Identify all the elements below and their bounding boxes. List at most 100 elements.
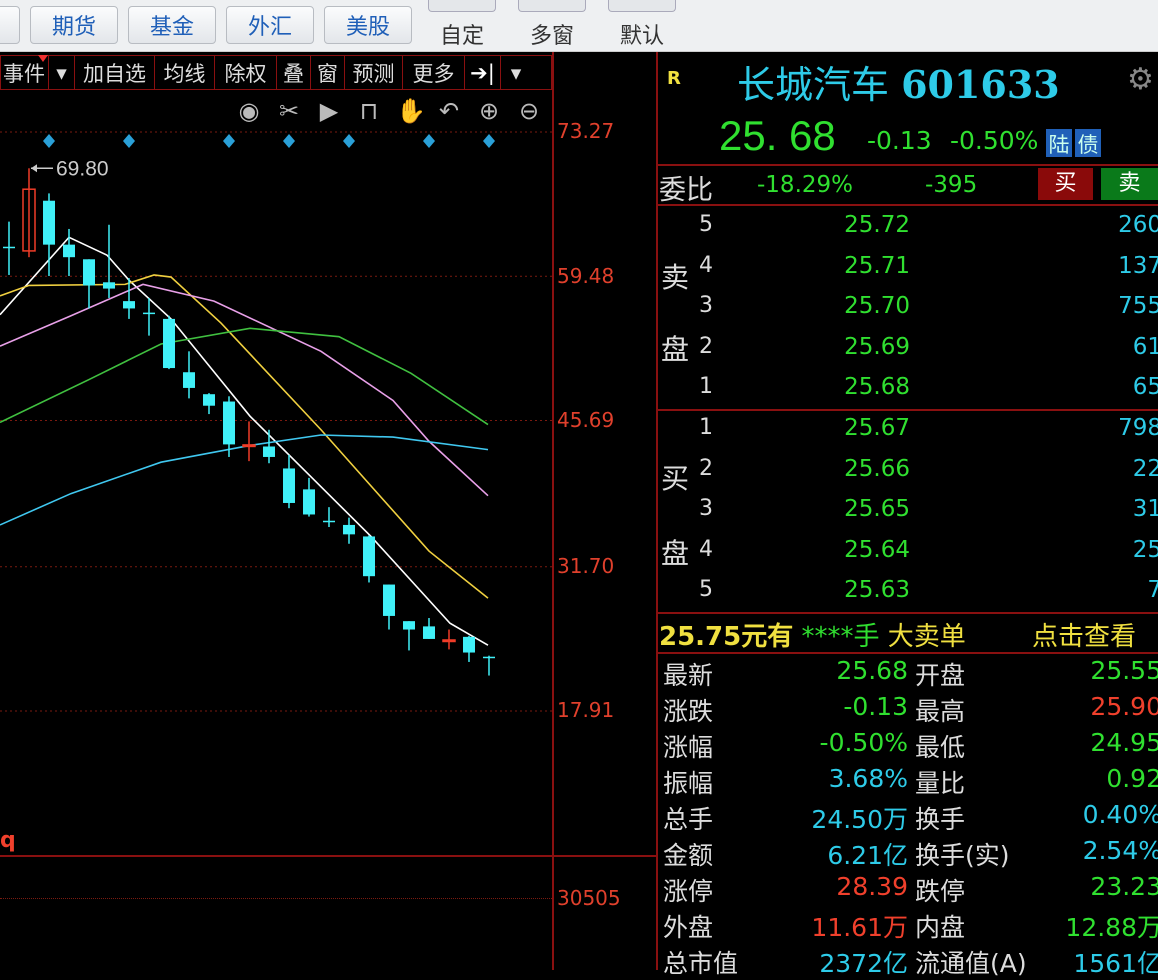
y-tick-label: 45.69 (557, 408, 615, 432)
weicha-value: -395 (925, 172, 978, 198)
stat-label: 内盘 (915, 913, 966, 942)
add-watchlist-button[interactable]: 加自选 (75, 56, 155, 89)
ex-rights-button[interactable]: 除权 (215, 56, 277, 89)
stat-label: 振幅 (663, 769, 714, 798)
stat-value: 25.68 (836, 656, 908, 685)
level-volume: 260 (1118, 212, 1158, 238)
sell-button[interactable]: 卖 (1101, 168, 1158, 200)
custom-layout-button[interactable]: 自定 (424, 0, 500, 52)
level-price: 25.70 (844, 293, 910, 319)
more-button[interactable]: 更多 (403, 56, 465, 89)
ask-row[interactable]: 5 25.72 260 (657, 212, 1158, 248)
us-stocks-button[interactable]: 美股 (324, 6, 412, 44)
bid-row[interactable]: 5 25.63 7 (657, 577, 1158, 613)
multi-window-button[interactable]: 多窗 (514, 0, 590, 52)
forecast-button[interactable]: 预测 (345, 56, 403, 89)
high-arrow-head (31, 164, 37, 173)
big-order-banner[interactable]: 25.75元有 ****手 大卖单 (659, 616, 966, 653)
stat-value: 24.50万 (811, 805, 908, 834)
stat-value: 12.88万 (1065, 913, 1158, 942)
stock-title: 长城汽车 601633 (737, 54, 1060, 109)
ma-line-ma5 (0, 236, 489, 646)
stat-value: 11.61万 (811, 913, 908, 942)
buy-button[interactable]: 买 (1038, 168, 1093, 200)
level-price: 25.69 (844, 333, 910, 360)
view-details-link[interactable]: 点击查看 (1032, 616, 1136, 653)
price-change: -0.13 (867, 126, 932, 155)
candle-body (383, 584, 395, 616)
level-number: 4 (699, 252, 713, 278)
level-price: 25.66 (844, 455, 910, 482)
stat-row: 涨停 28.39 跌停 23.23 (657, 872, 1158, 908)
toolbar-dropdown[interactable]: ▾ (501, 56, 531, 89)
ask-row[interactable]: 1 25.68 65 (657, 374, 1158, 410)
level-price: 25.63 (844, 577, 910, 603)
stat-row: 最新 25.68 开盘 25.55 (657, 656, 1158, 692)
level-volume: 755 (1118, 293, 1158, 319)
stat-row: 振幅 3.68% 量比 0.92 (657, 764, 1158, 800)
bid-row[interactable]: 1 25.67 798 (657, 415, 1158, 451)
level-number: 3 (699, 496, 713, 521)
ask-row[interactable]: 3 25.70 755 (657, 293, 1158, 329)
event-marker-diamond (43, 134, 55, 148)
stat-label: 最新 (663, 661, 714, 690)
candle-body (103, 282, 115, 289)
top-toolbar: 期货 基金 外汇 美股 自定 多窗 默认 (0, 0, 1158, 52)
window-button[interactable]: 窗 (311, 56, 345, 89)
candle-body (283, 468, 295, 503)
candle-body (163, 318, 175, 369)
stock-code: 601633 (901, 62, 1060, 107)
level-number: 2 (699, 333, 713, 359)
stat-value: 3.68% (828, 764, 908, 793)
big-order-price: 25.75元有 (659, 622, 794, 652)
candle-body (363, 536, 375, 577)
r-badge: R (667, 68, 681, 89)
stat-label: 最高 (915, 697, 966, 726)
y-tick-label: 17.91 (557, 698, 615, 722)
hk-connect-badge[interactable]: 陆 (1046, 129, 1072, 157)
level-price: 25.72 (844, 212, 910, 238)
bid-row[interactable]: 4 25.64 25 (657, 537, 1158, 573)
stat-value: -0.50% (819, 728, 908, 757)
stat-label: 总市值 (663, 949, 739, 978)
forex-button[interactable]: 外汇 (226, 6, 314, 44)
bond-badge[interactable]: 债 (1075, 129, 1101, 157)
stat-value: 23.23 (1090, 872, 1158, 901)
overlay-button[interactable]: 叠 (277, 56, 311, 89)
candle-body (463, 636, 475, 653)
event-marker-diamond (343, 134, 355, 148)
level-volume: 137 (1118, 252, 1158, 279)
bid-row[interactable]: 3 25.65 31 (657, 496, 1158, 532)
volume-divider (0, 855, 657, 857)
candle-body (323, 520, 335, 523)
ma-line-ma30 (0, 327, 489, 426)
divider (657, 652, 1158, 654)
events-dropdown[interactable]: ▾ (49, 56, 75, 89)
axis-divider (552, 52, 554, 970)
ask-row[interactable]: 2 25.69 61 (657, 334, 1158, 370)
y-tick-label: 59.48 (557, 264, 615, 288)
candle-body (343, 524, 355, 535)
candlestick-chart[interactable]: 69.80 (0, 90, 553, 856)
level-price: 25.68 (844, 374, 910, 400)
stat-label: 涨幅 (663, 733, 714, 762)
level-volume: 798 (1118, 415, 1158, 441)
ma-line-ma60 (0, 434, 489, 526)
default-layout-button[interactable]: 默认 (604, 0, 680, 52)
level-volume: 65 (1132, 374, 1158, 400)
candle-body (123, 301, 135, 309)
collapse-panel-icon[interactable]: ➔| (465, 56, 501, 89)
funds-button[interactable]: 基金 (128, 6, 216, 44)
futures-button[interactable]: 期货 (30, 6, 118, 44)
price-change-pct: -0.50% (950, 126, 1039, 155)
level-volume: 25 (1132, 536, 1158, 563)
market-button-partial[interactable] (0, 6, 20, 44)
stat-value: 0.40% (1082, 800, 1158, 829)
level-volume: 7 (1147, 577, 1158, 603)
ma-button[interactable]: 均线 (155, 56, 215, 89)
ask-row[interactable]: 4 25.71 137 (657, 253, 1158, 289)
bid-row[interactable]: 2 25.66 22 (657, 456, 1158, 492)
gear-icon[interactable]: ⚙ (1127, 62, 1154, 97)
candle-body (63, 244, 75, 258)
stat-label: 流通值(A) (915, 949, 1027, 978)
